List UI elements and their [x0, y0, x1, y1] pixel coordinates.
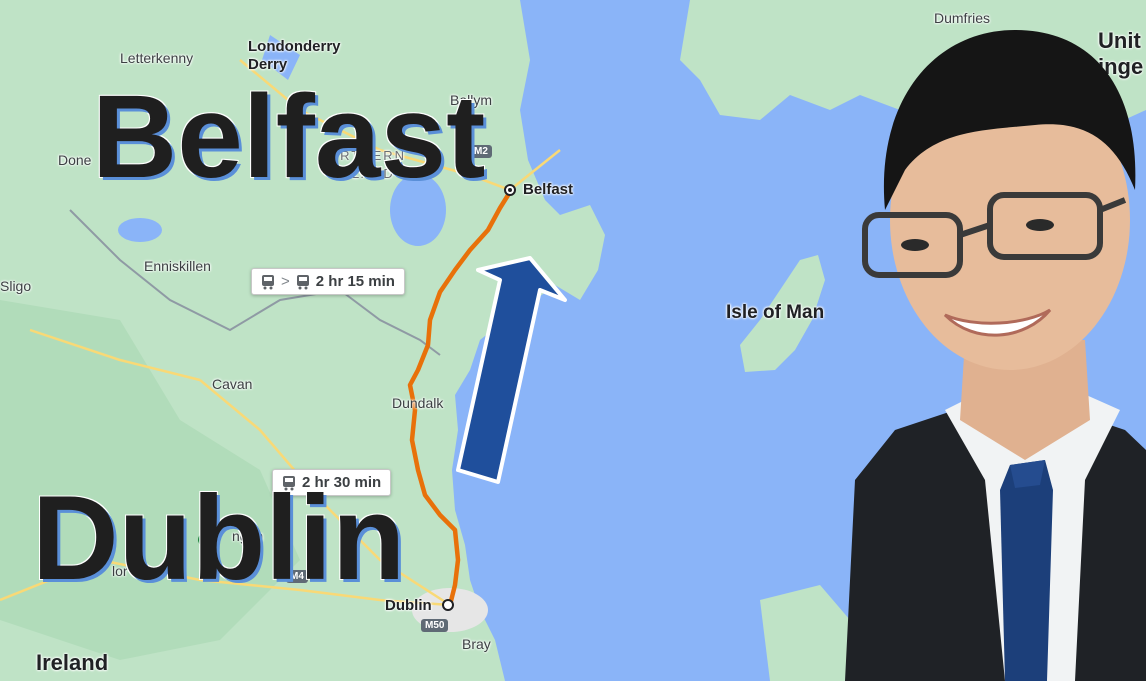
label-donegal: Done — [58, 152, 92, 168]
label-isle-of-man: Isle of Man — [726, 302, 825, 323]
label-bray: Bray — [462, 636, 491, 652]
dublin-marker[interactable] — [442, 599, 454, 611]
label-letterkenny: Letterkenny — [120, 50, 194, 66]
bus-icon — [296, 274, 309, 289]
road-shield-m50: M50 — [421, 619, 449, 632]
headline-belfast: Belfast — [92, 71, 486, 203]
label-belfast: Belfast — [523, 181, 574, 198]
lough-erne — [118, 218, 162, 242]
label-sligo: Sligo — [0, 278, 32, 294]
label-londonderry: Londonderry — [248, 38, 341, 55]
headline-dublin: Dublin — [32, 471, 406, 605]
bus-icon — [262, 274, 274, 289]
route-option-1[interactable]: > 2 hr 15 min — [251, 268, 405, 295]
label-enniskillen: Enniskillen — [144, 258, 211, 274]
label-dundalk: Dundalk — [392, 395, 444, 411]
presenter-photo — [845, 30, 1146, 681]
chevron-right-icon: > — [281, 273, 290, 290]
label-cavan: Cavan — [212, 376, 253, 392]
thumbnail-canvas: Letterkenny Londonderry Derry Ballym Don… — [0, 0, 1146, 681]
route-duration-1: 2 hr 15 min — [315, 273, 395, 290]
label-ireland: Ireland — [36, 650, 109, 675]
belfast-marker[interactable] — [504, 184, 516, 196]
